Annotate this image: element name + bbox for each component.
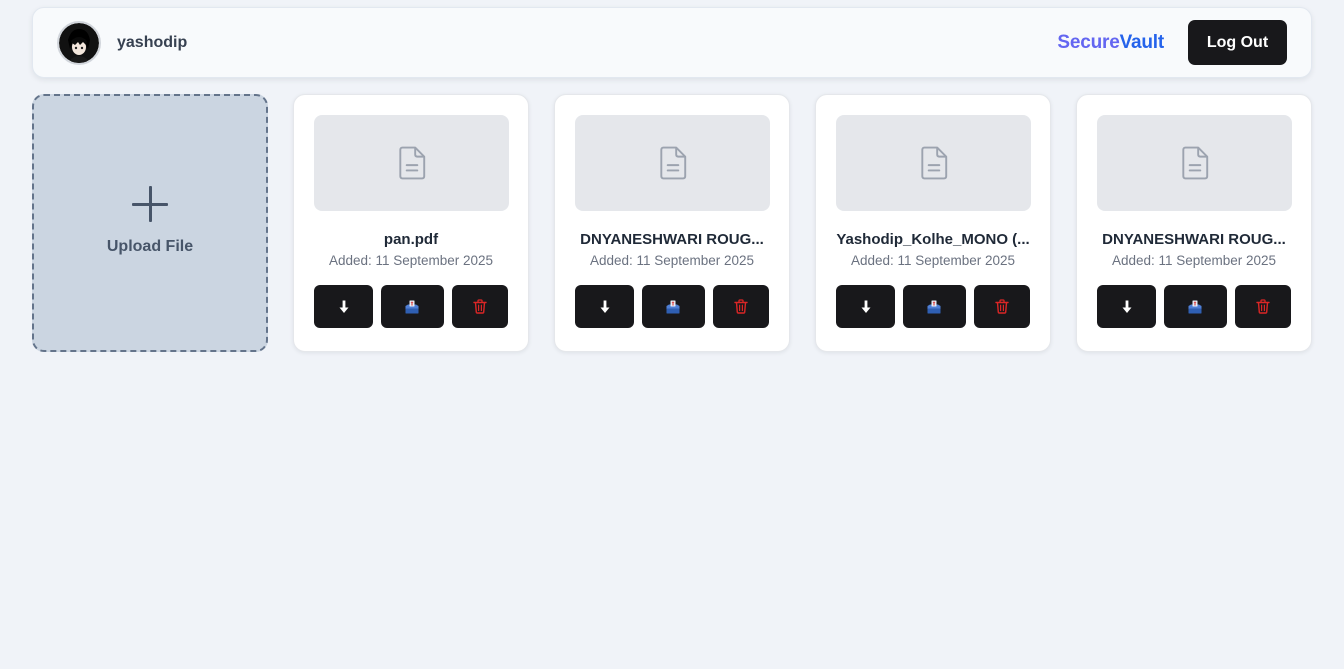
download-button[interactable] <box>314 285 374 328</box>
brand-part-secure: Secure <box>1057 31 1120 53</box>
download-button[interactable] <box>1097 285 1157 328</box>
file-thumbnail <box>314 115 509 211</box>
share-icon <box>666 300 680 313</box>
file-icon <box>920 146 947 180</box>
trash-icon <box>995 299 1009 314</box>
trash-icon <box>734 299 748 314</box>
share-icon <box>1188 300 1202 313</box>
header-actions: SecureVault Log Out <box>1057 20 1287 65</box>
username: yashodip <box>117 33 188 51</box>
logout-button[interactable]: Log Out <box>1188 20 1287 65</box>
file-actions <box>836 285 1030 328</box>
file-thumbnail <box>836 115 1031 211</box>
file-date: Added: 11 September 2025 <box>589 253 755 268</box>
file-grid: Upload File pan.pdf Added: 11 September … <box>32 94 1312 352</box>
upload-file-card[interactable]: Upload File <box>32 94 268 352</box>
user-info: yashodip <box>57 20 188 65</box>
file-date: Added: 11 September 2025 <box>1111 253 1277 268</box>
share-button[interactable] <box>1164 285 1227 328</box>
file-card: Yashodip_Kolhe_MONO (... Added: 11 Septe… <box>815 94 1051 352</box>
download-icon <box>600 300 610 313</box>
file-icon <box>659 146 686 180</box>
download-button[interactable] <box>575 285 635 328</box>
download-button[interactable] <box>836 285 896 328</box>
file-card: DNYANESHWARI ROUG... Added: 11 September… <box>554 94 790 352</box>
file-card: DNYANESHWARI ROUG... Added: 11 September… <box>1076 94 1312 352</box>
avatar-image-icon <box>59 22 99 63</box>
delete-button[interactable] <box>1234 285 1291 328</box>
file-actions <box>314 285 508 328</box>
file-name: Yashodip_Kolhe_MONO (... <box>836 231 1030 248</box>
file-actions <box>1097 285 1291 328</box>
brand-part-vault: Vault <box>1119 31 1165 53</box>
share-button[interactable] <box>903 285 966 328</box>
file-name: pan.pdf <box>383 231 439 248</box>
file-actions <box>575 285 769 328</box>
download-icon <box>861 300 871 313</box>
delete-button[interactable] <box>712 285 769 328</box>
download-icon <box>339 300 349 313</box>
file-name: DNYANESHWARI ROUG... <box>580 231 764 248</box>
plus-icon <box>132 186 168 222</box>
share-button[interactable] <box>381 285 444 328</box>
download-icon <box>1122 300 1132 313</box>
share-icon <box>405 300 419 313</box>
upload-file-label: Upload File <box>106 238 194 255</box>
file-icon <box>398 146 425 180</box>
delete-button[interactable] <box>973 285 1030 328</box>
brand-logo: SecureVault <box>1057 32 1164 54</box>
share-button[interactable] <box>642 285 705 328</box>
delete-button[interactable] <box>451 285 508 328</box>
file-card: pan.pdf Added: 11 September 2025 <box>293 94 529 352</box>
trash-icon <box>1256 299 1270 314</box>
avatar[interactable] <box>57 20 101 65</box>
file-date: Added: 11 September 2025 <box>850 253 1016 268</box>
share-icon <box>927 300 941 313</box>
file-icon <box>1181 146 1208 180</box>
file-thumbnail <box>575 115 770 211</box>
trash-icon <box>473 299 487 314</box>
file-thumbnail <box>1097 115 1292 211</box>
top-header: yashodip SecureVault Log Out <box>32 7 1312 78</box>
file-name: DNYANESHWARI ROUG... <box>1102 231 1286 248</box>
file-date: Added: 11 September 2025 <box>328 253 494 268</box>
